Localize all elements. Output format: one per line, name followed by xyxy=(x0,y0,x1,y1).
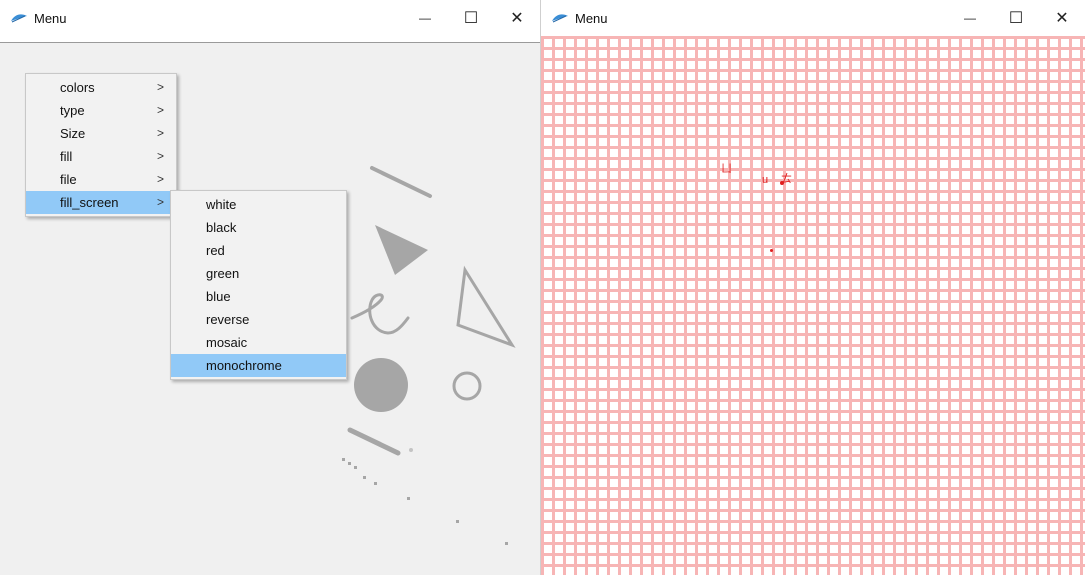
window-title: Menu xyxy=(575,10,608,26)
chevron-right-icon: > xyxy=(156,103,164,117)
minimize-button[interactable]: — xyxy=(402,0,448,36)
submenu-item-label: green xyxy=(206,266,240,281)
submenu-item-label: black xyxy=(206,220,237,235)
menu-item-file[interactable]: file > xyxy=(26,168,176,191)
submenu-item-monochrome[interactable]: monochrome xyxy=(171,354,346,377)
minimize-button[interactable]: — xyxy=(947,0,993,36)
submenu-item-label: white xyxy=(206,197,237,212)
menu-item-label: fill xyxy=(60,149,73,164)
minimize-icon: — xyxy=(964,11,976,25)
filled-triangle xyxy=(375,225,428,275)
dot xyxy=(374,482,377,485)
submenu-item-black[interactable]: black xyxy=(171,216,346,239)
outline-circle xyxy=(452,371,482,401)
chevron-right-icon: > xyxy=(156,126,164,140)
chevron-right-icon: > xyxy=(156,149,164,163)
submenu-item-label: red xyxy=(206,243,225,258)
filled-circle xyxy=(354,358,408,412)
menu-item-fill[interactable]: fill > xyxy=(26,145,176,168)
dot xyxy=(505,542,508,545)
window-title: Menu xyxy=(34,10,67,26)
dot xyxy=(342,458,345,461)
context-menu: colors > type > Size > fill > file > fil… xyxy=(25,73,177,217)
freehand-curve xyxy=(350,293,410,335)
submenu-item-green[interactable]: green xyxy=(171,262,346,285)
menu-item-label: file xyxy=(60,172,77,187)
maximize-button[interactable]: ☐ xyxy=(993,0,1039,36)
menu-item-fill-screen[interactable]: fill_screen > xyxy=(26,191,176,214)
chevron-right-icon: > xyxy=(156,172,164,186)
dot xyxy=(456,520,459,523)
submenu-item-red[interactable]: red xyxy=(171,239,346,262)
close-button[interactable]: ✕ xyxy=(494,0,540,36)
close-icon: ✕ xyxy=(510,10,524,27)
submenu-item-label: reverse xyxy=(206,312,250,327)
menu-item-type[interactable]: type > xyxy=(26,99,176,122)
menu-item-size[interactable]: Size > xyxy=(26,122,176,145)
feather-icon xyxy=(551,9,569,27)
minimize-icon: — xyxy=(419,11,431,25)
left-titlebar[interactable]: Menu — ☐ ✕ xyxy=(0,0,540,36)
submenu-item-blue[interactable]: blue xyxy=(171,285,346,308)
mosaic-canvas[interactable]: ㄩ u ㄊ xyxy=(541,36,1085,575)
dot xyxy=(348,462,351,465)
submenu-item-mosaic[interactable]: mosaic xyxy=(171,331,346,354)
canvas-mark: u xyxy=(762,174,769,186)
menu-item-label: colors xyxy=(60,80,95,95)
maximize-icon: ☐ xyxy=(463,10,479,27)
chevron-right-icon: > xyxy=(156,195,164,209)
submenu-item-label: monochrome xyxy=(206,358,282,373)
menu-item-label: Size xyxy=(60,126,86,141)
canvas-mark: ㄩ xyxy=(721,163,732,175)
outline-triangle xyxy=(456,265,516,348)
menu-item-label: fill_screen xyxy=(60,195,119,210)
close-button[interactable]: ✕ xyxy=(1039,0,1085,36)
dot xyxy=(354,466,357,469)
red-dot xyxy=(770,249,773,252)
dot xyxy=(363,476,366,479)
thick-line xyxy=(347,427,401,456)
red-dot xyxy=(780,181,784,185)
submenu-item-reverse[interactable]: reverse xyxy=(171,308,346,331)
maximize-icon: ☐ xyxy=(1008,10,1024,27)
left-window: Menu — ☐ ✕ colors > type > Size > fill >… xyxy=(0,0,541,575)
submenu-item-label: mosaic xyxy=(206,335,248,350)
drawn-line xyxy=(370,166,432,198)
close-icon: ✕ xyxy=(1055,10,1069,27)
maximize-button[interactable]: ☐ xyxy=(448,0,494,36)
submenu-item-white[interactable]: white xyxy=(171,193,346,216)
menu-item-label: type xyxy=(60,103,85,118)
submenu-item-label: blue xyxy=(206,289,231,304)
right-window: Menu — ☐ ✕ ㄩ u ㄊ xyxy=(541,0,1085,575)
dot xyxy=(407,497,410,500)
right-titlebar[interactable]: Menu — ☐ ✕ xyxy=(541,0,1085,36)
fill-screen-submenu: white black red green blue reverse mosai… xyxy=(170,190,347,380)
menu-item-colors[interactable]: colors > xyxy=(26,76,176,99)
feather-icon xyxy=(10,9,28,27)
chevron-right-icon: > xyxy=(156,80,164,94)
